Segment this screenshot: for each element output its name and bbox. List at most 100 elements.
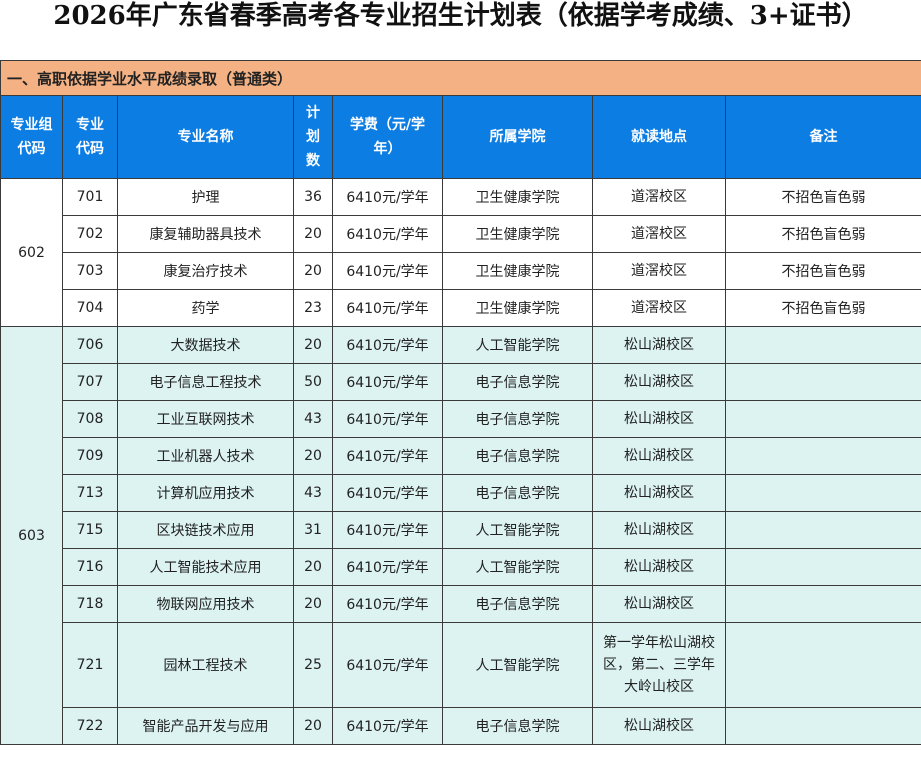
table-row: 709 工业机器人技术 20 6410元/学年 电子信息学院 松山湖校区 bbox=[1, 437, 921, 475]
cell-major-name: 区块链技术应用 bbox=[117, 511, 294, 549]
cell-plan: 43 bbox=[293, 400, 333, 438]
cell-college: 卫生健康学院 bbox=[442, 178, 593, 216]
cell-major-code: 721 bbox=[62, 622, 118, 708]
cell-college: 人工智能学院 bbox=[442, 326, 593, 364]
cell-major-code: 707 bbox=[62, 363, 118, 401]
header-tuition: 学费（元/学年） bbox=[332, 95, 443, 179]
cell-major-name: 康复治疗技术 bbox=[117, 252, 294, 290]
cell-remark: 不招色盲色弱 bbox=[724, 252, 921, 290]
cell-college: 电子信息学院 bbox=[442, 400, 593, 438]
cell-campus: 松山湖校区 bbox=[592, 585, 726, 623]
cell-tuition: 6410元/学年 bbox=[332, 585, 443, 623]
cell-tuition: 6410元/学年 bbox=[332, 178, 443, 216]
cell-plan: 20 bbox=[293, 548, 333, 586]
cell-plan: 20 bbox=[293, 252, 333, 290]
cell-college: 人工智能学院 bbox=[442, 511, 593, 549]
cell-major-code: 708 bbox=[62, 400, 118, 438]
cell-remark: 不招色盲色弱 bbox=[724, 178, 921, 216]
cell-major-code: 704 bbox=[62, 289, 118, 327]
cell-plan: 20 bbox=[293, 326, 333, 364]
table-row: 707 电子信息工程技术 50 6410元/学年 电子信息学院 松山湖校区 bbox=[1, 363, 921, 401]
cell-major-name: 工业互联网技术 bbox=[117, 400, 294, 438]
cell-plan: 20 bbox=[293, 437, 333, 475]
cell-major-name: 工业机器人技术 bbox=[117, 437, 294, 475]
cell-remark bbox=[724, 585, 921, 623]
cell-college: 电子信息学院 bbox=[442, 707, 593, 745]
cell-tuition: 6410元/学年 bbox=[332, 622, 443, 708]
cell-major-code: 706 bbox=[62, 326, 118, 364]
cell-campus: 松山湖校区 bbox=[592, 326, 726, 364]
cell-major-name: 电子信息工程技术 bbox=[117, 363, 294, 401]
table-row: 715 区块链技术应用 31 6410元/学年 人工智能学院 松山湖校区 bbox=[1, 511, 921, 549]
cell-campus: 松山湖校区 bbox=[592, 511, 726, 549]
table-row: 716 人工智能技术应用 20 6410元/学年 人工智能学院 松山湖校区 bbox=[1, 548, 921, 586]
cell-campus: 松山湖校区 bbox=[592, 400, 726, 438]
cell-college: 卫生健康学院 bbox=[442, 215, 593, 253]
cell-plan: 20 bbox=[293, 707, 333, 745]
cell-group-code: 603 bbox=[0, 326, 63, 745]
cell-plan: 23 bbox=[293, 289, 333, 327]
cell-college: 电子信息学院 bbox=[442, 585, 593, 623]
cell-tuition: 6410元/学年 bbox=[332, 252, 443, 290]
cell-campus: 道滘校区 bbox=[592, 215, 726, 253]
cell-campus: 松山湖校区 bbox=[592, 707, 726, 745]
cell-remark bbox=[724, 548, 921, 586]
cell-remark bbox=[724, 437, 921, 475]
cell-college: 人工智能学院 bbox=[442, 548, 593, 586]
table-row: 713 计算机应用技术 43 6410元/学年 电子信息学院 松山湖校区 bbox=[1, 474, 921, 512]
cell-major-name: 物联网应用技术 bbox=[117, 585, 294, 623]
cell-college: 电子信息学院 bbox=[442, 437, 593, 475]
table-row: 718 物联网应用技术 20 6410元/学年 电子信息学院 松山湖校区 bbox=[1, 585, 921, 623]
cell-college: 人工智能学院 bbox=[442, 622, 593, 708]
cell-major-code: 716 bbox=[62, 548, 118, 586]
cell-major-code: 715 bbox=[62, 511, 118, 549]
cell-remark bbox=[724, 474, 921, 512]
cell-campus: 松山湖校区 bbox=[592, 474, 726, 512]
cell-tuition: 6410元/学年 bbox=[332, 400, 443, 438]
cell-major-code: 713 bbox=[62, 474, 118, 512]
table-row: 708 工业互联网技术 43 6410元/学年 电子信息学院 松山湖校区 bbox=[1, 400, 921, 438]
cell-major-name: 护理 bbox=[117, 178, 294, 216]
cell-tuition: 6410元/学年 bbox=[332, 326, 443, 364]
cell-campus: 道滘校区 bbox=[592, 289, 726, 327]
header-college: 所属学院 bbox=[442, 95, 593, 179]
cell-major-name: 园林工程技术 bbox=[117, 622, 294, 708]
cell-remark bbox=[724, 622, 921, 708]
cell-major-code: 702 bbox=[62, 215, 118, 253]
cell-major-name: 人工智能技术应用 bbox=[117, 548, 294, 586]
header-remark: 备注 bbox=[724, 95, 921, 179]
header-major-name: 专业名称 bbox=[117, 95, 294, 179]
table-row: 702 康复辅助器具技术 20 6410元/学年 卫生健康学院 道滘校区 不招色盲色弱 bbox=[1, 215, 921, 253]
cell-tuition: 6410元/学年 bbox=[332, 289, 443, 327]
cell-campus: 松山湖校区 bbox=[592, 437, 726, 475]
cell-tuition: 6410元/学年 bbox=[332, 511, 443, 549]
cell-remark: 不招色盲色弱 bbox=[724, 215, 921, 253]
section-title: 一、高职依据学业水平成绩录取（普通类） bbox=[0, 60, 921, 96]
cell-college: 电子信息学院 bbox=[442, 474, 593, 512]
header-group-code: 专业组代码 bbox=[0, 95, 63, 179]
table-row: 603 706 大数据技术 20 6410元/学年 人工智能学院 松山湖校区 bbox=[0, 326, 921, 745]
cell-major-code: 722 bbox=[62, 707, 118, 745]
cell-major-name: 药学 bbox=[117, 289, 294, 327]
cell-college: 卫生健康学院 bbox=[442, 289, 593, 327]
header-campus: 就读地点 bbox=[592, 95, 726, 179]
cell-major-code: 709 bbox=[62, 437, 118, 475]
cell-campus: 第一学年松山湖校区，第二、三学年大岭山校区 bbox=[592, 622, 726, 708]
cell-plan: 50 bbox=[293, 363, 333, 401]
cell-campus: 松山湖校区 bbox=[592, 363, 726, 401]
cell-remark bbox=[724, 363, 921, 401]
header-row: 专业组代码 专业代码 专业名称 计划数 学费（元/学年） 所属学院 就读地点 备… bbox=[0, 95, 921, 179]
table-row: 704 药学 23 6410元/学年 卫生健康学院 道滘校区 不招色盲色弱 bbox=[1, 289, 921, 327]
table-row: 602 701 护理 36 6410元/学年 卫生健康学院 道滘校区 不招色盲色弱 bbox=[0, 178, 921, 327]
cell-major-name: 大数据技术 bbox=[117, 326, 294, 364]
cell-major-code: 701 bbox=[62, 178, 118, 216]
page-title: 2026年广东省春季高考各专业招生计划表（依据学考成绩、3+证书） bbox=[53, 1, 868, 31]
table-body: 一、高职依据学业水平成绩录取（普通类） 专业组代码 专业代码 专业名称 计划数 … bbox=[0, 60, 921, 745]
cell-major-name: 智能产品开发与应用 bbox=[117, 707, 294, 745]
header-plan: 计划数 bbox=[293, 95, 333, 179]
cell-plan: 20 bbox=[293, 215, 333, 253]
cell-tuition: 6410元/学年 bbox=[332, 363, 443, 401]
cell-remark bbox=[724, 326, 921, 364]
cell-plan: 31 bbox=[293, 511, 333, 549]
cell-campus: 道滘校区 bbox=[592, 252, 726, 290]
